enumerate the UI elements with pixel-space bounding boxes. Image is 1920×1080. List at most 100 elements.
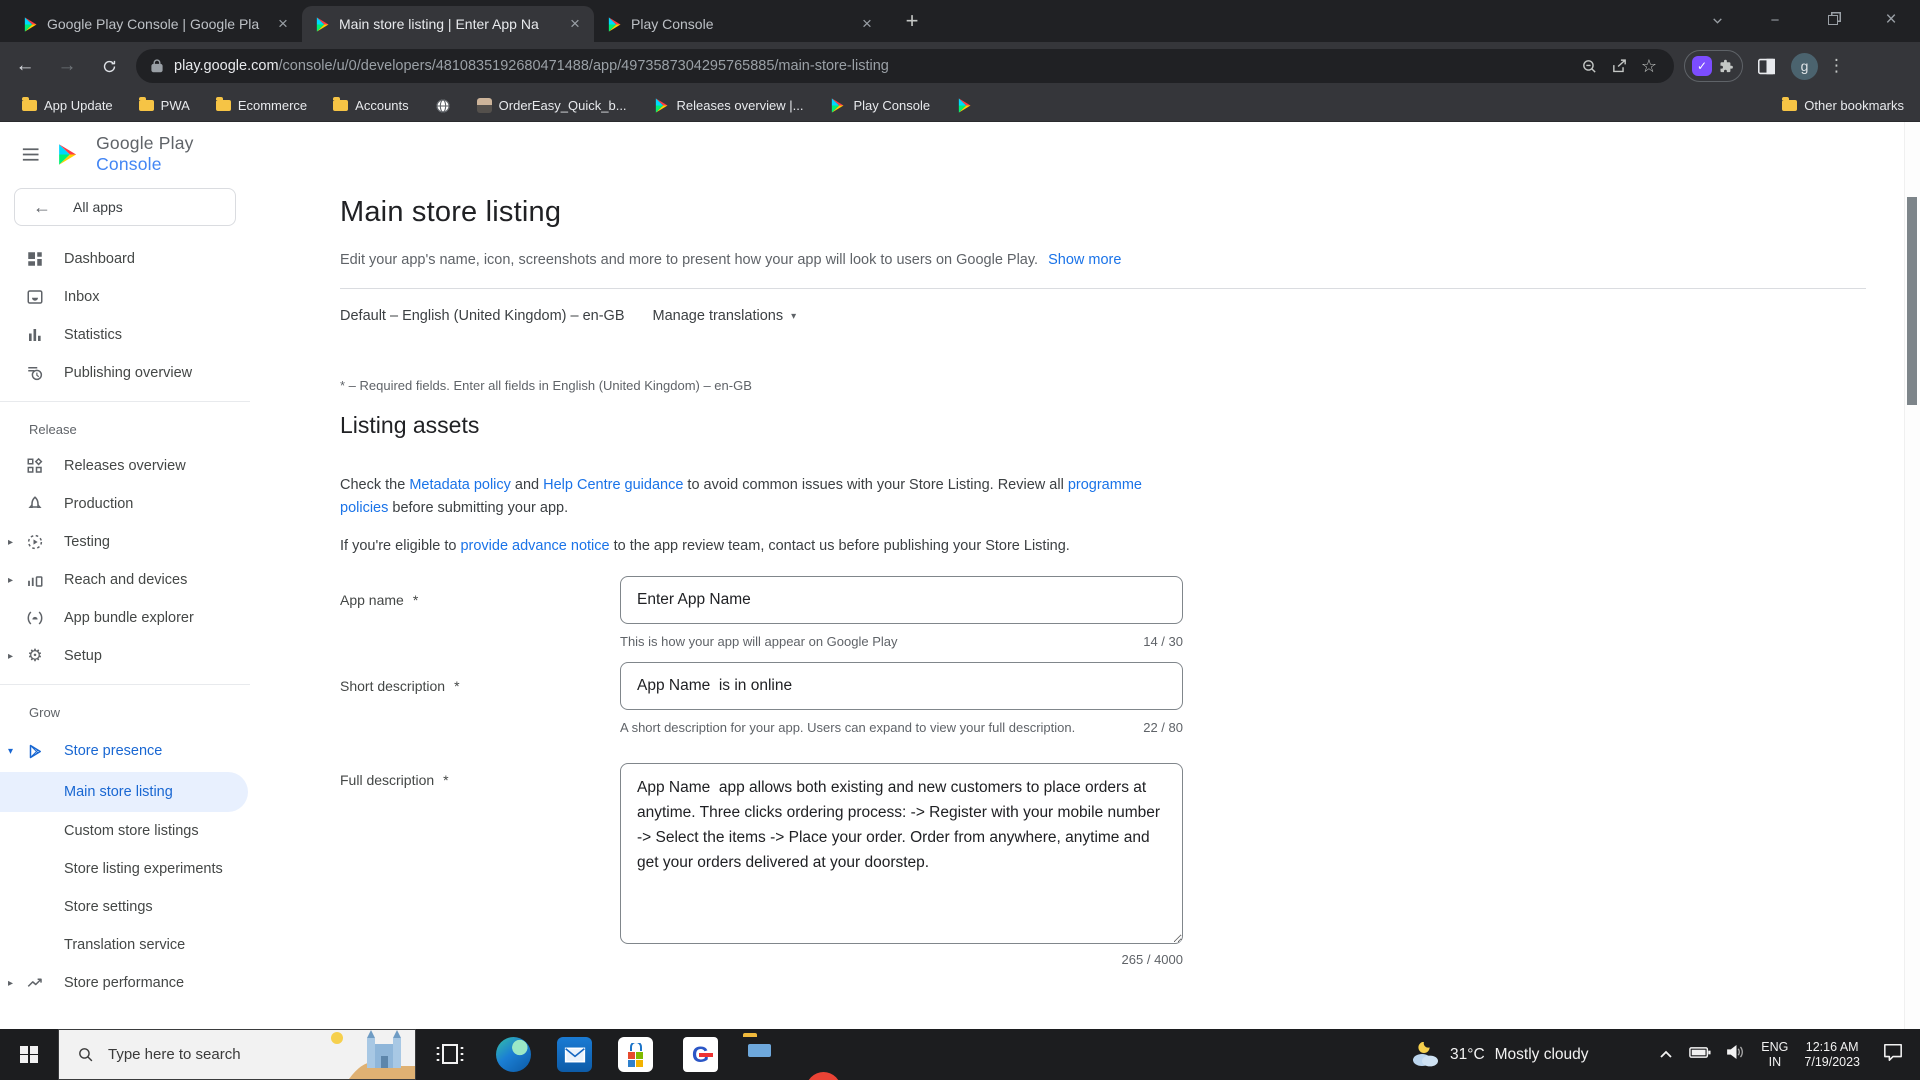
bookmark-play-icon-only[interactable]	[956, 97, 973, 114]
sidebar-item-publishing-overview[interactable]: Publishing overview	[0, 354, 250, 392]
sidebar-item-dashboard[interactable]: Dashboard	[0, 240, 250, 278]
sidebar-item-statistics[interactable]: Statistics	[0, 316, 250, 354]
logo-console: Console	[96, 154, 162, 174]
action-center-icon[interactable]	[1882, 1042, 1904, 1067]
sidebar-item-production[interactable]: Production	[0, 485, 250, 523]
bookmark-label: App Update	[44, 98, 113, 113]
edge-icon[interactable]	[496, 1037, 531, 1072]
metadata-policy-link[interactable]: Metadata policy	[409, 477, 511, 493]
back-button[interactable]: ←	[8, 49, 42, 83]
sidebar-label: Store listing experiments	[64, 861, 223, 877]
restore-button[interactable]	[1804, 0, 1862, 40]
bookmark-app-update[interactable]: App Update	[22, 98, 113, 113]
other-bookmarks[interactable]: Other bookmarks	[1782, 98, 1904, 113]
required-asterisk: *	[443, 772, 448, 788]
new-tab-button[interactable]: +	[898, 8, 926, 36]
sidebar-item-store-settings[interactable]: Store settings	[0, 888, 250, 926]
provide-advance-notice-link[interactable]: provide advance notice	[460, 538, 609, 554]
text: and	[511, 477, 543, 493]
tab-google-play-console[interactable]: Google Play Console | Google Pla ×	[10, 6, 302, 42]
chrome-profile-1-icon[interactable]: P	[806, 1072, 841, 1080]
scrollbar-track[interactable]	[1904, 122, 1920, 1029]
sidebar-group-grow: Grow	[0, 694, 250, 730]
sidebar-item-reach-and-devices[interactable]: ▸ Reach and devices	[0, 561, 250, 599]
scrollbar-thumb[interactable]	[1907, 197, 1917, 405]
sidebar-item-main-store-listing[interactable]: Main store listing	[0, 772, 248, 812]
manage-translations-button[interactable]: Manage translations ▾	[653, 308, 797, 324]
sidebar-item-store-presence[interactable]: ▾ Store presence	[0, 730, 250, 772]
microsoft-store-icon[interactable]	[618, 1037, 653, 1072]
hamburger-menu-icon[interactable]	[22, 147, 39, 162]
close-window-button[interactable]: ×	[1862, 0, 1920, 40]
collapse-caret-icon[interactable]: ▾	[8, 746, 13, 757]
sidebar-item-translation-service[interactable]: Translation service	[0, 926, 250, 964]
browser-profile-avatar[interactable]: g	[1791, 53, 1818, 80]
address-bar[interactable]: play.google.com/console/u/0/developers/4…	[136, 49, 1674, 83]
minimize-button[interactable]: −	[1746, 0, 1804, 40]
tab-main-store-listing[interactable]: Main store listing | Enter App Na ×	[302, 6, 594, 42]
bookmark-accounts[interactable]: Accounts	[333, 98, 408, 113]
default-language-label: Default – English (United Kingdom) – en-…	[340, 308, 625, 324]
short-description-helper-row: A short description for your app. Users …	[620, 720, 1183, 735]
expand-caret-icon[interactable]: ▸	[8, 978, 13, 989]
tab-close-icon[interactable]: ×	[274, 15, 292, 33]
language-indicator[interactable]: ENG IN	[1761, 1040, 1788, 1070]
tab-close-icon[interactable]: ×	[858, 15, 876, 33]
sidebar-item-app-bundle-explorer[interactable]: App bundle explorer	[0, 599, 250, 637]
bookmark-releases-overview[interactable]: Releases overview |...	[653, 97, 804, 114]
window-controls: − ×	[1688, 0, 1920, 40]
expand-caret-icon[interactable]: ▸	[8, 537, 13, 548]
bookmark-ecommerce[interactable]: Ecommerce	[216, 98, 307, 113]
sidebar-item-store-listing-experiments[interactable]: Store listing experiments	[0, 850, 250, 888]
tab-close-icon[interactable]: ×	[566, 15, 584, 33]
sidebar-label: Custom store listings	[64, 823, 199, 839]
bookmark-play-console[interactable]: Play Console	[829, 97, 930, 114]
taskbar-weather[interactable]: 31°C Mostly cloudy	[1410, 1029, 1589, 1080]
full-description-textarea[interactable]: App Name app allows both existing and ne…	[620, 763, 1183, 944]
listing-assets-heading: Listing assets	[340, 412, 479, 439]
console-sidebar: Google Play Console ← All apps Dashboard…	[0, 122, 250, 1029]
all-apps-button[interactable]: ← All apps	[14, 188, 236, 226]
volume-icon[interactable]	[1725, 1044, 1745, 1065]
browser-menu-icon[interactable]: ⋮	[1828, 56, 1845, 76]
clock[interactable]: 12:16 AM 7/19/2023	[1804, 1040, 1860, 1070]
restore-icon	[1828, 15, 1838, 25]
extension-icon[interactable]: ✓	[1692, 56, 1712, 76]
sidebar-item-setup[interactable]: ▸ ⚙ Setup	[0, 637, 250, 675]
tab-search-chevron-icon[interactable]	[1688, 0, 1746, 40]
sidebar-item-testing[interactable]: ▸ Testing	[0, 523, 250, 561]
zoom-out-icon[interactable]	[1574, 51, 1604, 81]
bookmark-star-icon[interactable]: ☆	[1634, 51, 1664, 81]
task-view-button[interactable]	[433, 1037, 468, 1072]
bookmark-ordereasy[interactable]: OrderEasy_Quick_b...	[477, 98, 627, 113]
expand-caret-icon[interactable]: ▸	[8, 651, 13, 662]
show-more-link[interactable]: Show more	[1048, 252, 1121, 268]
bookmark-pwa[interactable]: PWA	[139, 98, 190, 113]
short-description-input[interactable]	[620, 662, 1183, 710]
taskbar-search-box[interactable]: Type here to search	[58, 1029, 416, 1080]
bookmark-globe[interactable]	[435, 98, 451, 114]
expand-caret-icon[interactable]: ▸	[8, 575, 13, 586]
sidebar-item-custom-store-listings[interactable]: Custom store listings	[0, 812, 250, 850]
sidebar-item-releases-overview[interactable]: Releases overview	[0, 447, 250, 485]
side-panel-icon[interactable]	[1751, 51, 1781, 81]
g-app-icon[interactable]: G	[683, 1037, 718, 1072]
share-icon[interactable]	[1604, 51, 1634, 81]
forward-button[interactable]: →	[50, 49, 84, 83]
tab-play-console[interactable]: Play Console ×	[594, 6, 886, 42]
puzzle-extensions-icon[interactable]	[1718, 58, 1735, 75]
file-explorer-icon[interactable]	[743, 1037, 778, 1072]
sidebar-item-store-performance[interactable]: ▸ Store performance	[0, 964, 250, 1002]
app-name-input[interactable]	[620, 576, 1183, 624]
sidebar-label: Statistics	[64, 327, 122, 343]
sidebar-item-inbox[interactable]: Inbox	[0, 278, 250, 316]
tray-chevron-up-icon[interactable]	[1659, 1046, 1673, 1064]
refresh-button[interactable]	[92, 49, 126, 83]
mail-icon[interactable]	[557, 1037, 592, 1072]
start-button[interactable]	[0, 1029, 58, 1080]
battery-icon[interactable]	[1689, 1046, 1711, 1064]
help-centre-guidance-link[interactable]: Help Centre guidance	[543, 477, 683, 493]
reach-and-devices-icon	[26, 571, 44, 589]
page-title: Main store listing	[340, 196, 561, 229]
sidebar-label: Store performance	[64, 975, 184, 991]
